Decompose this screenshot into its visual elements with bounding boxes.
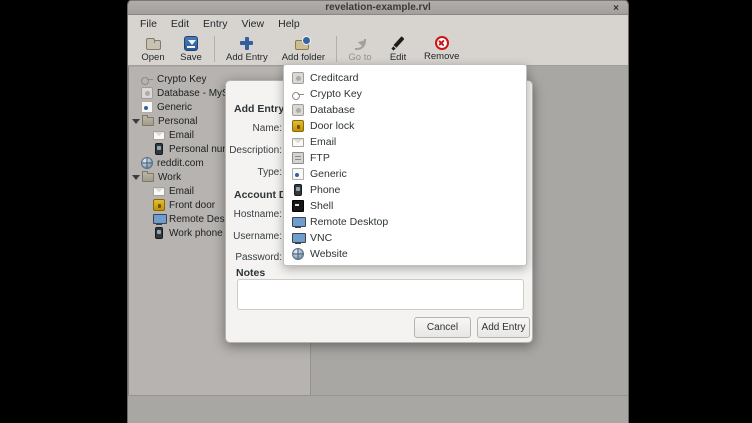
type-label: Type: [258, 167, 282, 179]
username-label: Username: [233, 231, 282, 243]
edit-button[interactable]: Edit [379, 33, 417, 65]
generic-icon [292, 168, 304, 180]
menu-view[interactable]: View [235, 16, 272, 32]
menu-edit[interactable]: Edit [164, 16, 196, 32]
add-folder-button[interactable]: Add folder [275, 33, 332, 65]
hostname-label: Hostname: [234, 209, 282, 221]
phone-icon [155, 143, 163, 155]
menu-help[interactable]: Help [271, 16, 307, 32]
type-option-vnc[interactable]: VNC [284, 230, 526, 246]
add-folder-icon [295, 36, 312, 51]
window-title: revelation-example.rvl [325, 2, 431, 13]
shell-icon [292, 200, 304, 212]
remove-button[interactable]: Remove [417, 33, 466, 65]
titlebar[interactable]: revelation-example.rvl × [128, 0, 628, 15]
description-label: Description: [229, 145, 282, 157]
password-label: Password: [235, 252, 282, 264]
generic-icon [141, 101, 153, 113]
edit-pencil-icon [390, 36, 407, 51]
door-lock-icon [153, 199, 165, 211]
close-icon[interactable]: × [613, 2, 619, 15]
toolbar-separator [336, 36, 337, 62]
expander-down-icon[interactable] [132, 175, 140, 180]
dialog-header: Add Entry [234, 103, 284, 115]
type-option-website[interactable]: Website [284, 246, 526, 262]
add-plus-icon [238, 36, 255, 51]
website-icon [292, 248, 304, 260]
type-option-phone[interactable]: Phone [284, 182, 526, 198]
remote-desktop-icon [153, 213, 165, 225]
goto-button[interactable]: Go to [341, 33, 379, 65]
add-entry-button[interactable]: Add Entry [219, 33, 275, 65]
menubar: File Edit Entry View Help [128, 15, 628, 33]
name-label: Name: [253, 123, 282, 135]
desktop-background: revelation-example.rvl × File Edit Entry… [0, 0, 752, 423]
email-icon [153, 131, 165, 140]
folder-icon [142, 173, 154, 182]
menu-file[interactable]: File [133, 16, 164, 32]
expander-down-icon[interactable] [132, 119, 140, 124]
key-icon [141, 73, 153, 85]
database-icon [141, 87, 153, 99]
website-icon [141, 157, 153, 169]
email-icon [153, 187, 165, 196]
email-icon [292, 138, 304, 147]
remote-desktop-icon [292, 216, 304, 228]
goto-arrow-icon [352, 36, 369, 51]
notes-input[interactable] [237, 279, 524, 310]
type-option-remote-desktop[interactable]: Remote Desktop [284, 214, 526, 230]
key-icon [292, 88, 304, 100]
phone-icon [294, 184, 302, 196]
save-icon [184, 36, 198, 51]
folder-icon [142, 117, 154, 126]
cancel-button[interactable]: Cancel [414, 317, 471, 338]
remove-circle-icon [435, 36, 449, 50]
type-option-database[interactable]: Database [284, 102, 526, 118]
type-option-creditcard[interactable]: Creditcard [284, 70, 526, 86]
creditcard-icon [292, 72, 304, 84]
type-option-door-lock[interactable]: Door lock [284, 118, 526, 134]
type-option-email[interactable]: Email [284, 134, 526, 150]
menu-entry[interactable]: Entry [196, 16, 235, 32]
toolbar-separator [214, 36, 215, 62]
type-option-generic[interactable]: Generic [284, 166, 526, 182]
statusbar [128, 395, 628, 423]
door-lock-icon [292, 120, 304, 132]
type-dropdown-popup: Creditcard Crypto Key Database Door lock… [283, 64, 527, 266]
open-button[interactable]: Open [134, 33, 172, 65]
type-option-ftp[interactable]: FTP [284, 150, 526, 166]
type-option-shell[interactable]: Shell [284, 198, 526, 214]
type-option-crypto-key[interactable]: Crypto Key [284, 86, 526, 102]
notes-label: Notes [236, 267, 265, 279]
add-entry-submit-button[interactable]: Add Entry [477, 317, 530, 338]
open-folder-icon [145, 36, 162, 51]
ftp-icon [292, 152, 304, 164]
toolbar: Open Save Add Entry Add folder Go to [128, 33, 628, 66]
phone-icon [155, 227, 163, 239]
vnc-icon [292, 232, 304, 244]
save-button[interactable]: Save [172, 33, 210, 65]
database-icon [292, 104, 304, 116]
